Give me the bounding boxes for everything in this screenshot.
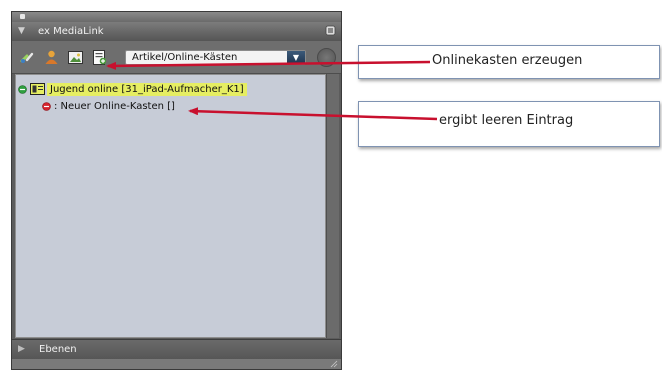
ebenen-label: Ebenen bbox=[39, 344, 77, 355]
tree-scrollbar[interactable] bbox=[326, 74, 339, 338]
image-icon[interactable] bbox=[67, 49, 84, 66]
status-red-icon bbox=[42, 102, 51, 111]
callout-create-box: Onlinekasten erzeugen bbox=[358, 45, 660, 79]
expand-triangle-icon[interactable]: ▶ bbox=[18, 344, 25, 355]
category-select-value: Artikel/Online-Kästen bbox=[132, 52, 238, 63]
tree-item-label: Jugend online [31_iPad-Aufmacher_K1] bbox=[47, 83, 247, 96]
collapse-triangle-icon[interactable]: ▼ bbox=[18, 26, 25, 37]
category-select[interactable]: Artikel/Online-Kästen ▼ bbox=[125, 50, 306, 65]
tree-item-label: : Neuer Online-Kasten [] bbox=[54, 101, 175, 112]
palette-bottom-strip bbox=[12, 359, 341, 369]
round-action-button[interactable] bbox=[317, 48, 336, 67]
person-icon[interactable] bbox=[43, 49, 60, 66]
text-box-icon bbox=[30, 83, 45, 95]
medialink-palette: ▼ ex MediaLink Artikel/Online-Kästen ▼ J… bbox=[11, 11, 342, 370]
callout-empty-entry: ergibt leeren Eintrag bbox=[358, 101, 660, 147]
new-online-box-icon[interactable] bbox=[91, 49, 108, 66]
chevron-down-icon[interactable]: ▼ bbox=[287, 51, 305, 64]
callout-text: Onlinekasten erzeugen bbox=[432, 53, 583, 68]
panel-toolbar: Artikel/Online-Kästen ▼ bbox=[12, 41, 341, 74]
link-icon[interactable] bbox=[19, 49, 36, 66]
close-dot-icon[interactable] bbox=[20, 14, 25, 19]
panel-title: ex MediaLink bbox=[38, 26, 104, 37]
panel-title-bar[interactable]: ▼ ex MediaLink bbox=[12, 22, 341, 41]
panel-menu-icon[interactable] bbox=[325, 25, 336, 36]
resize-grip-icon[interactable] bbox=[330, 360, 338, 368]
tree-view: Jugend online [31_iPad-Aufmacher_K1] : N… bbox=[15, 74, 326, 338]
status-green-icon bbox=[18, 85, 27, 94]
ebenen-panel-header[interactable]: ▶ Ebenen bbox=[12, 339, 341, 360]
callout-text: ergibt leeren Eintrag bbox=[439, 113, 574, 128]
